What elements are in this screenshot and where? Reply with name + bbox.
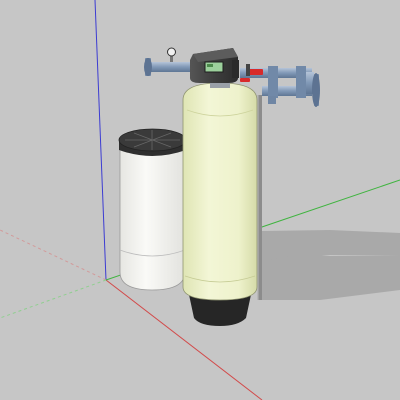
blue-axis <box>94 0 107 281</box>
control-valve-icon[interactable] <box>190 48 239 83</box>
bypass-handle-icon[interactable] <box>246 64 263 76</box>
pressure-gauge-icon <box>167 47 176 62</box>
riser-pipe <box>257 95 262 300</box>
scene-canvas <box>0 0 400 400</box>
drain-handle-icon[interactable] <box>240 78 250 82</box>
brine-tank-icon[interactable] <box>118 128 187 291</box>
ground-shadow <box>253 230 400 300</box>
green-axis-dashed <box>0 279 107 319</box>
valve-display-icon <box>204 61 224 73</box>
model-viewport[interactable] <box>0 0 400 400</box>
resin-tank-icon[interactable] <box>182 78 258 301</box>
red-axis-dashed <box>0 229 107 281</box>
